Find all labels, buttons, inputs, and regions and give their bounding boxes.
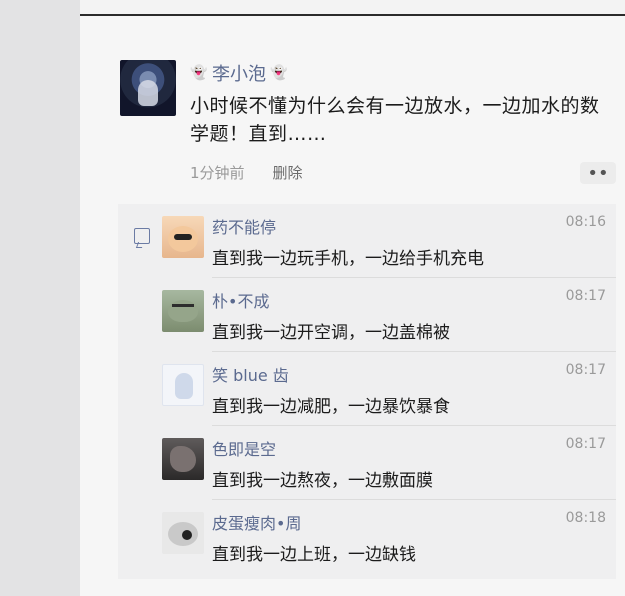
delete-button[interactable]: 删除: [273, 162, 303, 183]
avatar[interactable]: [162, 216, 204, 258]
comment-text: 直到我一边熬夜，一边敷面膜: [212, 471, 433, 491]
comment-text: 直到我一边开空调，一边盖棉被: [212, 323, 450, 343]
avatar[interactable]: [162, 364, 204, 406]
comment-time: 08:16: [565, 214, 606, 230]
comment-item[interactable]: 笑 blue 齿 08:17 直到我一边减肥，一边暴饮暴食: [158, 352, 616, 426]
avatar[interactable]: [162, 290, 204, 332]
left-background: [0, 0, 80, 596]
more-button[interactable]: ••: [580, 162, 616, 184]
post-avatar[interactable]: [120, 60, 176, 116]
comment-author[interactable]: 朴•不成: [212, 288, 269, 312]
post-nickname[interactable]: 李小泡: [212, 60, 266, 86]
comment-text: 直到我一边玩手机，一边给手机充电: [212, 249, 484, 269]
comment-author[interactable]: 色即是空: [212, 436, 276, 460]
comment-author[interactable]: 皮蛋瘦肉•周: [212, 510, 301, 534]
comment-item[interactable]: 朴•不成 08:17 直到我一边开空调，一边盖棉被: [158, 278, 616, 352]
post-meta: 1分钟前 删除: [190, 162, 303, 183]
comment-author[interactable]: 药不能停: [212, 214, 276, 238]
post-time: 1分钟前: [190, 164, 245, 182]
comment-author[interactable]: 笑 blue 齿: [212, 362, 289, 386]
post-text: 小时候不懂为什么会有一边放水，一边加水的数学题！直到……: [190, 95, 600, 145]
comment-time: 08:17: [565, 288, 606, 304]
more-icon: ••: [587, 162, 609, 184]
ghost-icon: 👻: [190, 65, 208, 81]
comment-time: 08:18: [565, 510, 606, 526]
comment-item[interactable]: 药不能停 08:16 直到我一边玩手机，一边给手机充电: [158, 204, 616, 278]
moments-panel: 👻 李小泡 👻 小时候不懂为什么会有一边放水，一边加水的数学题！直到…… 1分钟…: [80, 16, 625, 596]
comment-icon: [134, 228, 150, 244]
avatar[interactable]: [162, 512, 204, 554]
comment-item[interactable]: 色即是空 08:17 直到我一边熬夜，一边敷面膜: [158, 426, 616, 500]
top-status-bar: [80, 0, 625, 16]
comment-time: 08:17: [565, 362, 606, 378]
ghost-icon: 👻: [270, 65, 288, 81]
comment-text: 直到我一边上班，一边缺钱: [212, 545, 416, 565]
comment-item[interactable]: 皮蛋瘦肉•周 08:18 直到我一边上班，一边缺钱: [158, 500, 616, 574]
comment-text: 直到我一边减肥，一边暴饮暴食: [212, 397, 450, 417]
comments-section: 药不能停 08:16 直到我一边玩手机，一边给手机充电 朴•不成 08:17 直…: [118, 204, 616, 579]
avatar[interactable]: [162, 438, 204, 480]
comment-time: 08:17: [565, 436, 606, 452]
post-nickname-row: 👻 李小泡 👻: [190, 60, 288, 86]
